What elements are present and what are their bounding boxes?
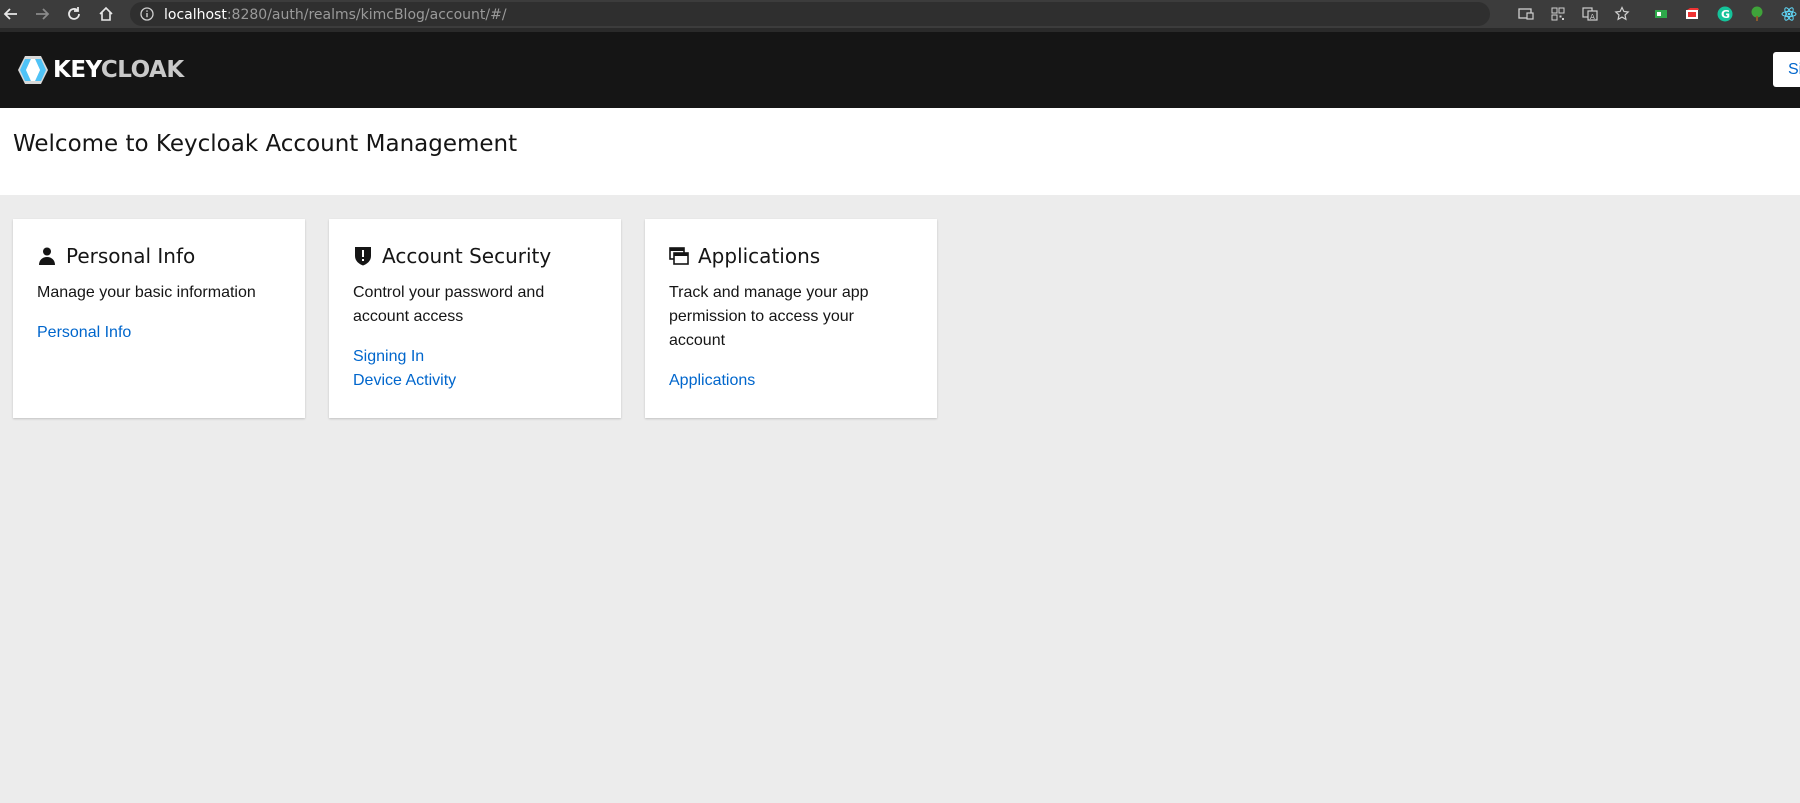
personal-info-link[interactable]: Personal Info [37, 321, 281, 345]
card-links: Signing In Device Activity [353, 345, 597, 393]
personal-info-card: Personal Info Manage your basic informat… [13, 219, 305, 418]
applications-link[interactable]: Applications [669, 369, 913, 393]
url-text: localhost:8280/auth/realms/kimcBlog/acco… [164, 7, 507, 23]
logo-cloak: CLOAK [100, 57, 184, 83]
account-security-card: Account Security Control your password a… [329, 219, 621, 418]
card-title: Applications [669, 243, 913, 269]
home-icon[interactable] [95, 3, 117, 25]
page-header: Welcome to Keycloak Account Management [0, 108, 1800, 195]
bookmark-star-icon[interactable] [1613, 5, 1631, 23]
card-title-text: Account Security [382, 244, 552, 268]
card-title: Personal Info [37, 243, 281, 269]
back-icon[interactable] [0, 3, 22, 25]
card-title-text: Applications [698, 244, 821, 268]
signing-in-link[interactable]: Signing In [353, 345, 597, 369]
page-title: Welcome to Keycloak Account Management [13, 131, 518, 157]
svg-text:A: A [1590, 13, 1595, 21]
address-bar[interactable]: localhost:8280/auth/realms/kimcBlog/acco… [130, 2, 1490, 26]
info-icon[interactable] [140, 7, 154, 26]
tree-extension-icon[interactable] [1748, 5, 1766, 23]
card-links: Applications [669, 369, 913, 393]
reload-icon[interactable] [63, 3, 85, 25]
applications-icon [669, 246, 689, 266]
shield-icon [353, 246, 373, 266]
browser-toolbar: localhost:8280/auth/realms/kimcBlog/acco… [0, 0, 1800, 32]
logo-key: KEY [53, 57, 101, 83]
user-icon [37, 246, 57, 266]
device-activity-link[interactable]: Device Activity [353, 369, 597, 393]
card-description: Control your password and account access [353, 284, 545, 325]
card-title-text: Personal Info [66, 244, 196, 268]
keycloak-logo[interactable]: KEYCLOAK [17, 54, 184, 86]
cast-icon[interactable] [1517, 5, 1535, 23]
svg-text:G: G [1721, 8, 1730, 21]
extension-green-icon[interactable] [1652, 5, 1670, 23]
logo-wordmark: KEYCLOAK [53, 57, 184, 83]
sign-out-button[interactable]: Si [1773, 52, 1800, 87]
applications-card: Applications Track and manage your app p… [645, 219, 937, 418]
card-description: Manage your basic information [37, 284, 256, 301]
forward-icon[interactable] [31, 3, 53, 25]
grammarly-icon[interactable]: G [1716, 5, 1734, 23]
card-links: Personal Info [37, 321, 281, 345]
keycloak-logo-icon [18, 56, 48, 84]
card-title: Account Security [353, 243, 597, 269]
react-devtools-icon[interactable] [1780, 5, 1798, 23]
card-description: Track and manage your app permission to … [669, 284, 869, 349]
url-host: localhost [164, 7, 227, 23]
masthead: KEYCLOAK [0, 32, 1800, 108]
translate-icon[interactable]: A [1581, 5, 1599, 23]
url-path: :8280/auth/realms/kimcBlog/account/#/ [226, 7, 507, 23]
qr-code-icon[interactable] [1549, 5, 1567, 23]
extension-red-icon[interactable] [1684, 5, 1702, 23]
